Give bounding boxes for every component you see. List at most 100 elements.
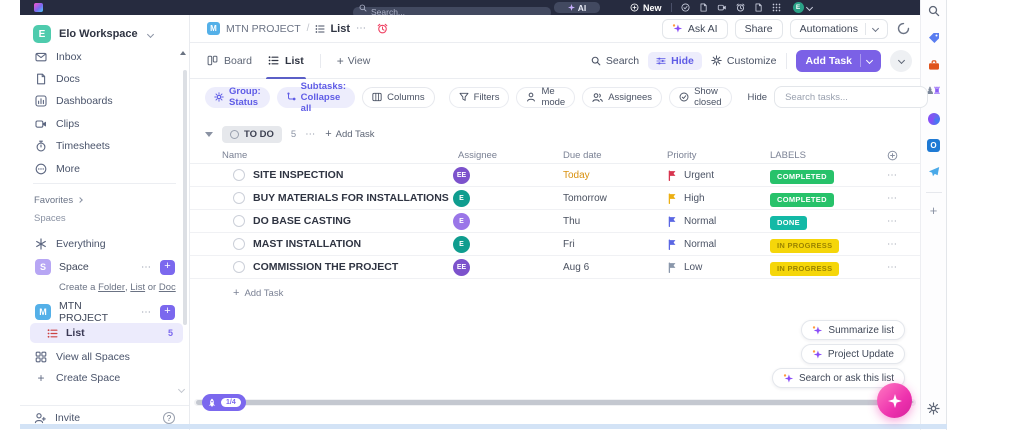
sidebar-project-row[interactable]: M MTN PROJECT ⋯ +	[20, 300, 189, 324]
task-name[interactable]: BUY MATERIALS FOR INSTALLATIONS	[253, 192, 449, 204]
group-status-chip[interactable]: Group: Status	[205, 86, 270, 108]
task-name[interactable]: MAST INSTALLATION	[253, 238, 361, 250]
workspace-switcher[interactable]: E Elo Workspace	[20, 21, 189, 47]
add-column-icon[interactable]	[885, 150, 920, 161]
row-more-icon[interactable]: ⋯	[885, 262, 920, 273]
reminder-icon[interactable]	[736, 3, 745, 12]
create-list-link[interactable]: List	[130, 282, 145, 293]
tab-board[interactable]: Board	[207, 43, 252, 79]
assignee-avatar[interactable]: EE	[453, 258, 470, 276]
account-menu[interactable]: E	[792, 2, 813, 13]
priority-cell[interactable]: Low	[667, 262, 770, 273]
onboarding-progress-button[interactable]: 1/4	[202, 394, 246, 411]
table-row[interactable]: COMMISSION THE PROJECT EE Aug 6 Low IN P…	[190, 256, 920, 279]
rail-add-icon[interactable]: +	[930, 204, 938, 217]
table-row[interactable]: MAST INSTALLATION E Fri Normal IN PROGRE…	[190, 233, 920, 256]
column-assignee[interactable]: Assignee	[453, 150, 563, 161]
create-doc-link[interactable]: Doc	[159, 282, 176, 293]
assignee-avatar[interactable]: E	[453, 235, 470, 253]
group-add-task-button[interactable]: + Add Task	[325, 128, 374, 140]
clip-record-icon[interactable]	[717, 3, 727, 12]
add-view-button[interactable]: + View	[337, 54, 371, 68]
apps-grid-icon[interactable]	[772, 3, 781, 12]
customize-button[interactable]: Customize	[711, 55, 777, 67]
favorites-section[interactable]: Favorites	[20, 192, 189, 208]
rail-search-icon[interactable]	[927, 4, 941, 18]
column-due-date[interactable]: Due date	[563, 150, 667, 161]
column-labels[interactable]: LABELS	[770, 150, 885, 161]
sidebar-item-timesheets[interactable]: Timesheets	[20, 136, 189, 156]
task-checkbox[interactable]	[233, 238, 245, 250]
search-tasks-button[interactable]: Search	[591, 55, 639, 67]
settings-gear-icon[interactable]	[927, 400, 940, 418]
task-checkbox[interactable]	[233, 215, 245, 227]
breadcrumb-project[interactable]: MTN PROJECT	[226, 23, 301, 35]
todo-check-icon[interactable]	[681, 3, 690, 12]
table-row[interactable]: BUY MATERIALS FOR INSTALLATIONS E Tomorr…	[190, 187, 920, 210]
add-task-row[interactable]: + Add Task	[190, 284, 283, 302]
priority-cell[interactable]: Urgent	[667, 170, 770, 181]
task-checkbox[interactable]	[233, 261, 245, 273]
sidebar-item-clips[interactable]: Clips	[20, 114, 189, 134]
task-checkbox[interactable]	[233, 192, 245, 204]
breadcrumb-more-icon[interactable]: ⋯	[356, 23, 367, 34]
global-search[interactable]	[353, 2, 551, 18]
sidebar-item-everything[interactable]: Everything	[20, 234, 189, 254]
priority-cell[interactable]: Normal	[667, 239, 770, 250]
table-row[interactable]: DO BASE CASTING E Thu Normal DONE ⋯	[190, 210, 920, 233]
subtasks-chip[interactable]: Subtasks: Collapse all	[276, 81, 356, 114]
scrollbar-thumb[interactable]	[196, 400, 888, 405]
collapse-header-button[interactable]	[890, 49, 912, 72]
space-add-button[interactable]: +	[160, 259, 175, 275]
assignee-avatar[interactable]: EE	[453, 166, 470, 184]
status-label[interactable]: IN PROGRESS	[770, 261, 840, 276]
horizontal-scrollbar[interactable]	[194, 399, 916, 406]
sidebar-item-create-space[interactable]: + Create Space	[20, 368, 189, 388]
help-icon[interactable]: ?	[163, 412, 175, 424]
create-folder-link[interactable]: Folder	[98, 282, 125, 293]
rail-telegram-icon[interactable]	[927, 165, 941, 179]
sidebar-item-inbox[interactable]: Inbox	[20, 47, 189, 67]
me-mode-button[interactable]: Me mode	[516, 86, 576, 108]
row-more-icon[interactable]: ⋯	[885, 239, 920, 250]
collapse-group-icon[interactable]	[205, 131, 213, 137]
task-name[interactable]: SITE INSPECTION	[253, 169, 343, 181]
show-closed-button[interactable]: Show closed	[669, 86, 732, 108]
sidebar-item-dashboards[interactable]: Dashboards	[20, 91, 189, 111]
ask-ai-button[interactable]: Ask AI	[661, 18, 728, 39]
project-more-icon[interactable]: ⋯	[141, 307, 152, 318]
column-name[interactable]: Name	[190, 150, 453, 161]
sidebar-scrollbar[interactable]	[183, 70, 187, 325]
task-search-input[interactable]	[774, 86, 929, 108]
doc-icon[interactable]	[699, 3, 708, 12]
status-label[interactable]: COMPLETED	[770, 169, 834, 184]
rail-chess-icon[interactable]: ♟ ♜	[926, 85, 942, 99]
new-button[interactable]: New	[630, 3, 662, 13]
task-name[interactable]: COMMISSION THE PROJECT	[253, 261, 398, 273]
ai-project-update-button[interactable]: Project Update	[800, 344, 905, 364]
sidebar-item-docs[interactable]: Docs	[20, 69, 189, 89]
task-name[interactable]: DO BASE CASTING	[253, 215, 351, 227]
group-more-icon[interactable]: ⋯	[305, 129, 316, 140]
status-label[interactable]: COMPLETED	[770, 192, 834, 207]
breadcrumb-project-avatar[interactable]: M	[207, 22, 220, 35]
assignee-avatar[interactable]: E	[453, 212, 470, 230]
ai-assistant-fab[interactable]	[877, 383, 912, 418]
rail-tag-icon[interactable]	[927, 31, 941, 45]
sidebar-item-list-selected[interactable]: List 5	[30, 323, 183, 343]
clickup-logo-icon[interactable]	[34, 3, 43, 12]
rail-toolbox-icon[interactable]	[927, 58, 941, 72]
status-group-pill[interactable]: TO DO	[222, 125, 282, 143]
share-button[interactable]: Share	[734, 18, 783, 39]
hide-fields-button[interactable]: Hide	[648, 51, 702, 70]
due-date[interactable]: Aug 6	[563, 262, 667, 273]
rail-loop-icon[interactable]	[927, 112, 941, 126]
scroll-up-arrow-icon[interactable]	[180, 51, 186, 55]
row-more-icon[interactable]: ⋯	[885, 216, 920, 227]
hide-button[interactable]: Hide	[748, 92, 768, 103]
row-more-icon[interactable]: ⋯	[885, 193, 920, 204]
activity-icon[interactable]	[897, 22, 910, 35]
topbar-ai-button[interactable]: AI	[554, 2, 600, 13]
sidebar-space-row[interactable]: S Space ⋯ +	[20, 257, 189, 277]
alert-reminder-icon[interactable]	[377, 23, 388, 34]
